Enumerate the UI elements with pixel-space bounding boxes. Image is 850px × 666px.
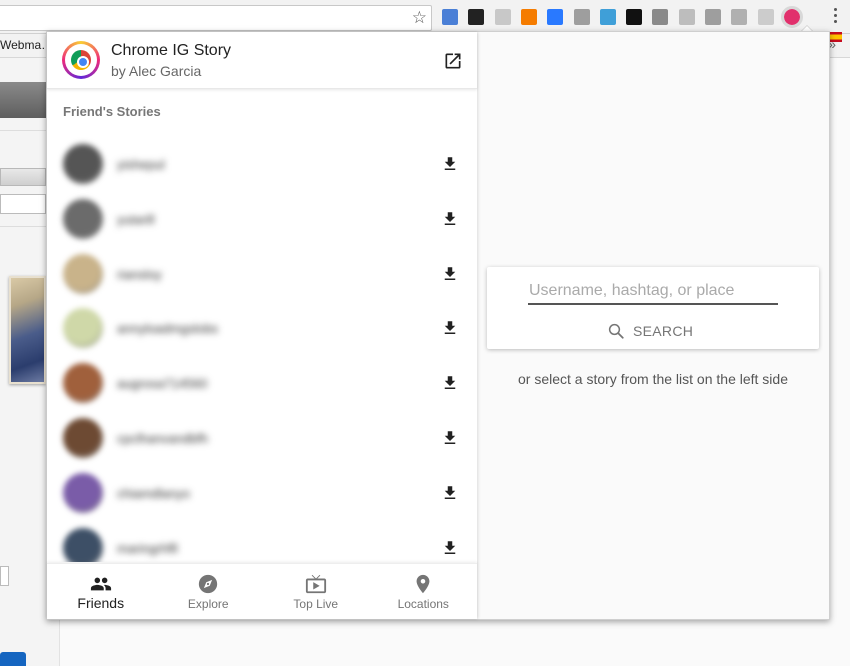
ext-shield-icon[interactable] [494,9,511,25]
app-author: by Alec Garcia [111,63,202,79]
search-hint: or select a story from the list on the l… [517,371,788,387]
ext-dark-circle-icon[interactable] [468,9,485,25]
ext-black-check-icon[interactable] [626,9,643,25]
ext-m-icon[interactable] [705,9,721,25]
tab-locations-label: Locations [397,597,449,611]
live-tv-icon [305,574,326,594]
friends-panel: Chrome IG Story by Alec Garcia Friend's … [47,32,477,619]
extension-popup: SEARCH or select a story from the list o… [46,31,830,620]
friend-story-row[interactable]: augrosa714560 [47,357,477,412]
ext-chrome-ig-story-icon[interactable] [780,6,803,28]
ext-globe-icon[interactable] [652,9,669,25]
page-small-input[interactable] [0,566,9,586]
page-photo-thumbnail[interactable] [9,276,46,384]
friend-username: maringrhfll [117,540,178,556]
ext-blue-square-icon[interactable] [442,9,458,25]
divider [0,226,46,227]
compass-icon [199,574,218,594]
friend-avatar [63,198,103,239]
ext-gear-gray-icon[interactable] [573,9,590,25]
ext-grid-gray-icon[interactable] [678,9,695,25]
download-icon[interactable] [441,483,459,503]
friend-story-list: yishepul yutarill riansloy annyloadmgslobs a… [47,134,477,562]
friend-username: cpclhanvandbfh [117,431,209,446]
search-card: SEARCH [487,267,819,349]
friend-story-row[interactable]: maringrhfll [47,522,477,562]
tab-top-live[interactable]: Top Live [262,564,370,619]
browser-toolbar: ☆ [0,0,850,34]
friend-avatar [63,144,103,184]
tab-top-live-label: Top Live [293,597,339,611]
friend-username: augrosa714560 [117,376,208,392]
divider [0,130,46,131]
download-icon[interactable] [441,154,459,174]
friend-avatar [63,472,103,513]
friend-story-row[interactable]: cpclhanvandbfh [47,412,477,467]
friend-avatar [63,253,103,294]
bookmark-star-icon[interactable]: ☆ [412,8,427,28]
search-button-label: SEARCH [633,323,694,339]
friend-story-row[interactable]: annyloadmgslobs [47,302,477,357]
friend-username: riansloy [117,266,162,282]
friend-username: annyloadmgslobs [117,321,219,337]
search-icon [608,323,624,339]
friend-avatar [63,527,103,562]
friend-avatar [63,308,103,349]
search-button[interactable]: SEARCH [607,320,693,342]
friend-story-row[interactable]: yutarill [47,193,477,248]
tab-explore[interactable]: Explore [155,564,263,619]
friend-avatar [63,363,103,404]
search-panel: SEARCH or select a story from the list o… [477,32,829,619]
app-header: Chrome IG Story by Alec Garcia [47,32,477,89]
tab-friends[interactable]: Friends [47,564,155,619]
friend-story-row[interactable]: riansloy [47,248,477,303]
tab-friends-label: Friends [77,595,125,611]
app-logo-icon [62,41,100,79]
download-icon[interactable] [441,428,459,448]
ext-y-icon[interactable] [731,9,748,25]
ext-orange-chart-icon[interactable] [520,9,537,25]
search-input[interactable] [528,279,778,305]
page-blue-button[interactable] [0,652,26,666]
tab-explore-label: Explore [187,597,229,611]
people-icon [90,577,111,591]
open-in-new-tab-icon[interactable] [443,51,463,71]
tab-locations[interactable]: Locations [370,564,478,619]
browser-menu-icon[interactable] [834,8,838,26]
ext-bar-chart-icon[interactable] [599,9,616,25]
friends-section-title: Friend's Stories [63,104,161,119]
address-bar[interactable]: ☆ [0,5,432,31]
download-icon[interactable] [441,209,459,229]
friend-username: yishepul [117,157,165,172]
download-icon[interactable] [441,318,459,338]
spain-flag-icon [828,32,842,42]
bottom-navigation: Friends Explore Top Live Locations [47,563,477,619]
ext-pen-icon[interactable] [757,9,774,25]
page-header-band [0,82,46,118]
friend-avatar [63,418,103,458]
friend-username: chiamdlanyo [117,485,190,501]
friend-username: yutarill [117,211,155,227]
friend-story-row[interactable]: yishepul [47,138,477,193]
page-tab-strip[interactable] [0,168,46,186]
location-pin-icon [416,574,430,594]
friend-story-row[interactable]: chiamdlanyo [47,467,477,522]
download-icon[interactable] [441,538,459,558]
app-title: Chrome IG Story [111,42,232,59]
page-input[interactable] [0,194,46,214]
download-icon[interactable] [441,373,459,393]
ext-blue-e-icon[interactable] [547,9,564,25]
download-icon[interactable] [441,264,459,284]
